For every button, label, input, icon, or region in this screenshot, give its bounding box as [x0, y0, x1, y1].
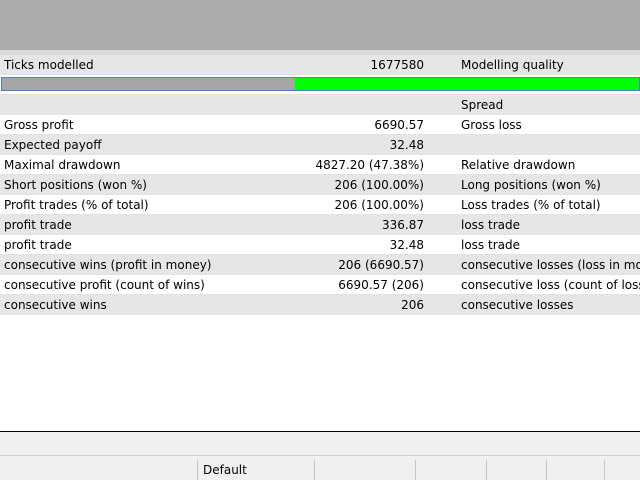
row-label: consecutive wins	[4, 298, 107, 312]
row-label: Maximal drawdown	[4, 158, 121, 172]
status-cell	[604, 460, 640, 480]
ticks-modelled-value: 1677580	[370, 58, 424, 72]
row-label: Short positions (won %)	[4, 178, 147, 192]
row-value: 32.48	[389, 138, 424, 152]
status-cell	[486, 460, 546, 480]
status-bar: Default	[0, 456, 640, 480]
table-row: consecutive wins (profit in money) 206 (6…	[0, 255, 640, 275]
table-row: Profit trades (% of total) 206 (100.00%) L…	[0, 195, 640, 215]
ticks-modelled-label: Ticks modelled	[4, 58, 94, 72]
table-row: Short positions (won %) 206 (100.00%) Long…	[0, 175, 640, 195]
row-value: 6690.57	[374, 118, 424, 132]
table-row: profit trade 336.87 loss trade	[0, 215, 640, 235]
row-value: 4827.20 (47.38%)	[315, 158, 424, 172]
row-label: loss trade	[461, 218, 520, 232]
row-value: 206 (100.00%)	[334, 178, 424, 192]
row-ticks-modelled: Ticks modelled 1677580 Modelling quality	[0, 55, 640, 75]
table-row: profit trade 32.48 loss trade	[0, 235, 640, 255]
modelling-quality-fill	[2, 78, 296, 90]
row-label: consecutive profit (count of wins)	[4, 278, 205, 292]
row-value: 206	[401, 298, 424, 312]
status-cell	[314, 460, 415, 480]
report-table: Ticks modelled 1677580 Modelling quality…	[0, 55, 640, 315]
row-value: 6690.57 (206)	[338, 278, 424, 292]
status-cell	[546, 460, 604, 480]
table-row: Gross profit 6690.57 Gross loss	[0, 115, 640, 135]
row-label: Long positions (won %)	[461, 178, 601, 192]
row-label: consecutive losses (loss in money)	[461, 258, 640, 272]
table-row: Expected payoff 32.48	[0, 135, 640, 155]
row-label: consecutive loss (count of losses)	[461, 278, 640, 292]
row-label: consecutive wins (profit in money)	[4, 258, 212, 272]
row-label: Loss trades (% of total)	[461, 198, 601, 212]
modelling-quality-label: Modelling quality	[461, 58, 564, 72]
row-value: 206 (6690.57)	[338, 258, 424, 272]
table-row: consecutive profit (count of wins) 6690.5…	[0, 275, 640, 295]
row-label: profit trade	[4, 238, 72, 252]
modelling-quality-track	[1, 77, 640, 91]
row-label: loss trade	[461, 238, 520, 252]
profile-name: Default	[203, 463, 247, 477]
row-value: 32.48	[389, 238, 424, 252]
row-label: Gross profit	[4, 118, 74, 132]
row-label: profit trade	[4, 218, 72, 232]
modelling-quality-bar	[0, 75, 640, 95]
table-row: Maximal drawdown 4827.20 (47.38%) Relative…	[0, 155, 640, 175]
row-label: Profit trades (% of total)	[4, 198, 149, 212]
status-cell	[415, 460, 486, 480]
table-row: consecutive wins 206 consecutive losses	[0, 295, 640, 315]
bottom-panel	[0, 432, 640, 456]
row-label: Gross loss	[461, 118, 522, 132]
spread-label: Spread	[461, 98, 504, 112]
row-spread: Spread	[0, 95, 640, 115]
row-label: consecutive losses	[461, 298, 574, 312]
row-value: 336.87	[382, 218, 424, 232]
top-panel	[0, 0, 640, 50]
row-value: 206 (100.00%)	[334, 198, 424, 212]
row-label: Relative drawdown	[461, 158, 576, 172]
row-label: Expected payoff	[4, 138, 102, 152]
